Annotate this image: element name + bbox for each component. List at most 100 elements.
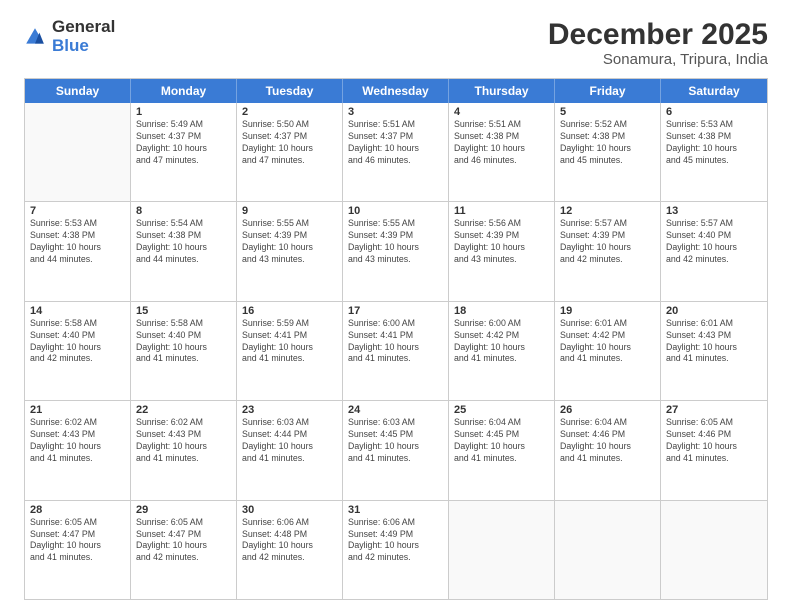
calendar-body: 1Sunrise: 5:49 AM Sunset: 4:37 PM Daylig… — [25, 103, 767, 599]
calendar-cell: 29Sunrise: 6:05 AM Sunset: 4:47 PM Dayli… — [131, 501, 237, 599]
calendar-cell: 19Sunrise: 6:01 AM Sunset: 4:42 PM Dayli… — [555, 302, 661, 400]
calendar-cell: 7Sunrise: 5:53 AM Sunset: 4:38 PM Daylig… — [25, 202, 131, 300]
cell-info: Sunrise: 6:02 AM Sunset: 4:43 PM Dayligh… — [136, 417, 231, 465]
calendar-cell: 17Sunrise: 6:00 AM Sunset: 4:41 PM Dayli… — [343, 302, 449, 400]
weekday-header: Thursday — [449, 79, 555, 103]
logo-general: General — [52, 18, 115, 37]
calendar-cell: 11Sunrise: 5:56 AM Sunset: 4:39 PM Dayli… — [449, 202, 555, 300]
header: General Blue December 2025 Sonamura, Tri… — [24, 18, 768, 68]
calendar-row: 28Sunrise: 6:05 AM Sunset: 4:47 PM Dayli… — [25, 501, 767, 599]
calendar-cell: 4Sunrise: 5:51 AM Sunset: 4:38 PM Daylig… — [449, 103, 555, 201]
calendar-cell: 26Sunrise: 6:04 AM Sunset: 4:46 PM Dayli… — [555, 401, 661, 499]
cell-info: Sunrise: 6:05 AM Sunset: 4:47 PM Dayligh… — [30, 517, 125, 565]
day-number: 12 — [560, 205, 655, 217]
day-number: 8 — [136, 205, 231, 217]
cell-info: Sunrise: 5:53 AM Sunset: 4:38 PM Dayligh… — [666, 119, 762, 167]
calendar-row: 1Sunrise: 5:49 AM Sunset: 4:37 PM Daylig… — [25, 103, 767, 202]
calendar-cell: 6Sunrise: 5:53 AM Sunset: 4:38 PM Daylig… — [661, 103, 767, 201]
cell-info: Sunrise: 6:03 AM Sunset: 4:45 PM Dayligh… — [348, 417, 443, 465]
day-number: 17 — [348, 305, 443, 317]
cell-info: Sunrise: 6:01 AM Sunset: 4:42 PM Dayligh… — [560, 318, 655, 366]
day-number: 9 — [242, 205, 337, 217]
cell-info: Sunrise: 5:51 AM Sunset: 4:37 PM Dayligh… — [348, 119, 443, 167]
day-number: 15 — [136, 305, 231, 317]
cell-info: Sunrise: 5:51 AM Sunset: 4:38 PM Dayligh… — [454, 119, 549, 167]
cell-info: Sunrise: 5:57 AM Sunset: 4:40 PM Dayligh… — [666, 218, 762, 266]
cell-info: Sunrise: 5:56 AM Sunset: 4:39 PM Dayligh… — [454, 218, 549, 266]
cell-info: Sunrise: 5:57 AM Sunset: 4:39 PM Dayligh… — [560, 218, 655, 266]
cell-info: Sunrise: 6:00 AM Sunset: 4:41 PM Dayligh… — [348, 318, 443, 366]
calendar-cell: 10Sunrise: 5:55 AM Sunset: 4:39 PM Dayli… — [343, 202, 449, 300]
cell-info: Sunrise: 5:55 AM Sunset: 4:39 PM Dayligh… — [242, 218, 337, 266]
day-number: 3 — [348, 106, 443, 118]
day-number: 14 — [30, 305, 125, 317]
day-number: 1 — [136, 106, 231, 118]
day-number: 21 — [30, 404, 125, 416]
calendar-cell: 28Sunrise: 6:05 AM Sunset: 4:47 PM Dayli… — [25, 501, 131, 599]
calendar-cell: 23Sunrise: 6:03 AM Sunset: 4:44 PM Dayli… — [237, 401, 343, 499]
calendar-cell: 24Sunrise: 6:03 AM Sunset: 4:45 PM Dayli… — [343, 401, 449, 499]
day-number: 18 — [454, 305, 549, 317]
cell-info: Sunrise: 5:55 AM Sunset: 4:39 PM Dayligh… — [348, 218, 443, 266]
day-number: 20 — [666, 305, 762, 317]
day-number: 27 — [666, 404, 762, 416]
location: Sonamura, Tripura, India — [548, 51, 768, 68]
calendar-cell: 13Sunrise: 5:57 AM Sunset: 4:40 PM Dayli… — [661, 202, 767, 300]
day-number: 26 — [560, 404, 655, 416]
day-number: 23 — [242, 404, 337, 416]
cell-info: Sunrise: 5:58 AM Sunset: 4:40 PM Dayligh… — [30, 318, 125, 366]
cell-info: Sunrise: 6:05 AM Sunset: 4:47 PM Dayligh… — [136, 517, 231, 565]
calendar-cell: 14Sunrise: 5:58 AM Sunset: 4:40 PM Dayli… — [25, 302, 131, 400]
cell-info: Sunrise: 6:03 AM Sunset: 4:44 PM Dayligh… — [242, 417, 337, 465]
calendar-cell: 18Sunrise: 6:00 AM Sunset: 4:42 PM Dayli… — [449, 302, 555, 400]
weekday-header: Monday — [131, 79, 237, 103]
cell-info: Sunrise: 6:04 AM Sunset: 4:45 PM Dayligh… — [454, 417, 549, 465]
cell-info: Sunrise: 6:06 AM Sunset: 4:49 PM Dayligh… — [348, 517, 443, 565]
day-number: 31 — [348, 504, 443, 516]
calendar-cell: 9Sunrise: 5:55 AM Sunset: 4:39 PM Daylig… — [237, 202, 343, 300]
calendar-cell — [661, 501, 767, 599]
calendar-cell: 25Sunrise: 6:04 AM Sunset: 4:45 PM Dayli… — [449, 401, 555, 499]
weekday-header: Sunday — [25, 79, 131, 103]
calendar-row: 14Sunrise: 5:58 AM Sunset: 4:40 PM Dayli… — [25, 302, 767, 401]
logo-icon — [24, 26, 46, 48]
cell-info: Sunrise: 6:05 AM Sunset: 4:46 PM Dayligh… — [666, 417, 762, 465]
cell-info: Sunrise: 6:06 AM Sunset: 4:48 PM Dayligh… — [242, 517, 337, 565]
calendar-row: 21 Sunrise: 6:02 AM Sunset: 4:43 PM Dayli… — [25, 401, 767, 500]
calendar-cell — [555, 501, 661, 599]
title-block: December 2025 Sonamura, Tripura, India — [548, 18, 768, 68]
cell-info: Sunrise: 5:54 AM Sunset: 4:38 PM Dayligh… — [136, 218, 231, 266]
calendar-cell: 30Sunrise: 6:06 AM Sunset: 4:48 PM Dayli… — [237, 501, 343, 599]
cell-info: Sunrise: 5:52 AM Sunset: 4:38 PM Dayligh… — [560, 119, 655, 167]
calendar: SundayMondayTuesdayWednesdayThursdayFrid… — [24, 78, 768, 600]
calendar-cell: 1Sunrise: 5:49 AM Sunset: 4:37 PM Daylig… — [131, 103, 237, 201]
day-number: 2 — [242, 106, 337, 118]
cell-info: Sunrise: 5:58 AM Sunset: 4:40 PM Dayligh… — [136, 318, 231, 366]
cell-info: Sunrise: 5:49 AM Sunset: 4:37 PM Dayligh… — [136, 119, 231, 167]
page: General Blue December 2025 Sonamura, Tri… — [0, 0, 792, 612]
cell-info: Sunrise: 6:04 AM Sunset: 4:46 PM Dayligh… — [560, 417, 655, 465]
day-number: 5 — [560, 106, 655, 118]
day-number: 19 — [560, 305, 655, 317]
calendar-header: SundayMondayTuesdayWednesdayThursdayFrid… — [25, 79, 767, 103]
calendar-cell: 31Sunrise: 6:06 AM Sunset: 4:49 PM Dayli… — [343, 501, 449, 599]
day-number: 22 — [136, 404, 231, 416]
calendar-cell: 16Sunrise: 5:59 AM Sunset: 4:41 PM Dayli… — [237, 302, 343, 400]
weekday-header: Tuesday — [237, 79, 343, 103]
logo-text: General Blue — [52, 18, 115, 55]
calendar-cell — [25, 103, 131, 201]
day-number: 13 — [666, 205, 762, 217]
calendar-cell: 15Sunrise: 5:58 AM Sunset: 4:40 PM Dayli… — [131, 302, 237, 400]
calendar-cell: 8Sunrise: 5:54 AM Sunset: 4:38 PM Daylig… — [131, 202, 237, 300]
day-number: 24 — [348, 404, 443, 416]
weekday-header: Friday — [555, 79, 661, 103]
day-number: 30 — [242, 504, 337, 516]
cell-info: Sunrise: 5:50 AM Sunset: 4:37 PM Dayligh… — [242, 119, 337, 167]
day-number: 4 — [454, 106, 549, 118]
cell-info: Sunrise: 5:53 AM Sunset: 4:38 PM Dayligh… — [30, 218, 125, 266]
month-title: December 2025 — [548, 18, 768, 51]
day-number: 25 — [454, 404, 549, 416]
cell-info: Sunrise: 6:00 AM Sunset: 4:42 PM Dayligh… — [454, 318, 549, 366]
calendar-cell: 12Sunrise: 5:57 AM Sunset: 4:39 PM Dayli… — [555, 202, 661, 300]
day-number: 10 — [348, 205, 443, 217]
